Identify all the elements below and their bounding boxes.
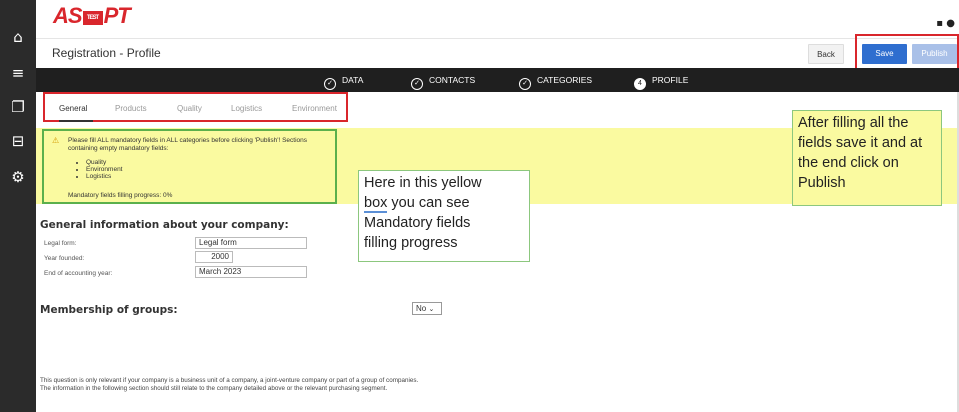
active-tab-indicator: [59, 120, 93, 122]
transport-icon[interactable]: ⊟: [7, 130, 29, 152]
callout-save-publish: After filling all the fields save it and…: [792, 110, 942, 206]
sidebar: ⌂ ≡ ❐ ⊟ ⚙: [0, 0, 36, 412]
tab-products[interactable]: Products: [115, 104, 147, 113]
window-icon[interactable]: ▪: [936, 18, 943, 29]
check-circle-icon: ✓: [411, 78, 423, 90]
step-contacts[interactable]: ✓ CONTACTS: [411, 72, 475, 90]
year-founded-label: Year founded:: [44, 255, 85, 262]
general-info-title: General information about your company:: [40, 219, 289, 231]
tab-environment[interactable]: Environment: [292, 104, 337, 113]
progress-text: Mandatory fields filling progress: 0%: [68, 192, 173, 199]
step-number-icon: 4: [634, 78, 646, 90]
database-icon[interactable]: ≡: [7, 62, 29, 84]
profile-tabs: General Products Quality Logistics Envir…: [43, 92, 348, 122]
tab-general[interactable]: General: [59, 104, 87, 113]
chevron-down-icon: ⌄: [428, 306, 435, 313]
membership-select[interactable]: No ⌄: [412, 302, 442, 315]
header-divider: [36, 38, 959, 39]
membership-footnote: This question is only relevant if your c…: [40, 377, 419, 392]
step-profile[interactable]: 4 PROFILE: [634, 72, 688, 90]
legal-form-input[interactable]: Legal form: [195, 237, 307, 249]
accounting-year-input[interactable]: March 2023: [195, 266, 307, 278]
user-icon[interactable]: ●: [946, 18, 955, 29]
step-data[interactable]: ✓ DATA: [324, 72, 363, 90]
empty-sections-list: Quality Environment Logistics: [78, 159, 123, 180]
gear-icon[interactable]: ⚙: [7, 166, 29, 188]
year-founded-input[interactable]: 2000: [195, 251, 233, 263]
top-right-icons: ▪ ●: [936, 18, 955, 29]
list-item: Environment: [86, 166, 123, 173]
step-categories[interactable]: ✓ CATEGORIES: [519, 72, 592, 90]
warning-text: Please fill ALL mandatory fields in ALL …: [68, 137, 308, 152]
documents-icon[interactable]: ❐: [7, 96, 29, 118]
app-logo[interactable]: AS TEST PT: [53, 3, 131, 29]
back-button[interactable]: Back: [808, 44, 844, 64]
home-icon[interactable]: ⌂: [7, 26, 29, 48]
list-item: Logistics: [86, 173, 123, 180]
highlighted-word: box: [364, 195, 388, 213]
list-item: Quality: [86, 159, 123, 166]
warning-icon: ⚠: [52, 136, 60, 145]
accounting-year-label: End of accounting year:: [44, 270, 113, 277]
mandatory-warning-box: ⚠ Please fill ALL mandatory fields in AL…: [42, 129, 337, 204]
tab-quality[interactable]: Quality: [177, 104, 202, 113]
check-circle-icon: ✓: [324, 78, 336, 90]
step-bar: ✓ DATA ✓ CONTACTS ✓ CATEGORIES 4 PROFILE: [36, 68, 959, 92]
tab-logistics[interactable]: Logistics: [231, 104, 262, 113]
callout-yellow-box: Here in this yellow box you can see Mand…: [358, 170, 530, 262]
logo-mark: TEST: [82, 11, 103, 25]
highlight-save-publish: [855, 34, 959, 70]
membership-title: Membership of groups:: [40, 304, 178, 316]
page-title: Registration - Profile: [52, 46, 161, 60]
check-circle-icon: ✓: [519, 78, 531, 90]
legal-form-label: Legal form:: [44, 240, 77, 247]
